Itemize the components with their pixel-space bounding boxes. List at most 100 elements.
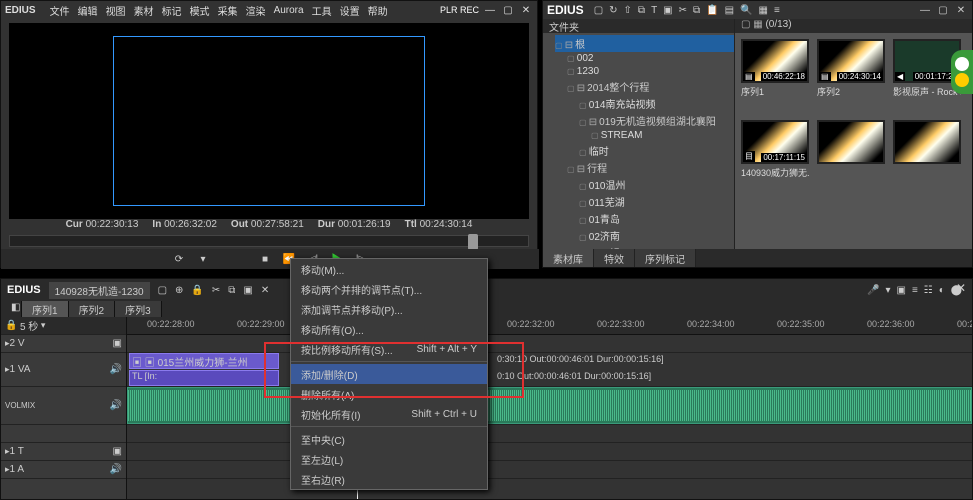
track-header-va1[interactable]: ▸ 1 VA🔊 (1, 353, 126, 387)
track-t1[interactable] (127, 443, 972, 461)
clip-thumb[interactable]: ▤00:46:22:18序列1 (741, 39, 809, 98)
track-header-a1[interactable]: ▸ 1 A🔊 (1, 461, 126, 479)
menu-edit[interactable]: 编辑 (78, 3, 98, 18)
ctx-delete-all[interactable]: 删除所有(A) (291, 384, 487, 404)
tab-handle[interactable]: ◧ (1, 301, 22, 317)
cycle-icon[interactable]: ↻ (609, 5, 617, 16)
ctx-add-move[interactable]: 添加调节点并移动(P)... (291, 299, 487, 319)
track-area[interactable]: 00:22:28:00 00:22:29:00 |00:22:30:10 00:… (127, 317, 972, 499)
cut-icon[interactable]: ✂ (679, 5, 687, 16)
side-badge[interactable] (951, 50, 973, 94)
scrub-bar[interactable] (9, 235, 529, 247)
tree-node[interactable]: 011芜湖 (579, 193, 734, 210)
lock-icon[interactable]: 🔒 (191, 285, 203, 296)
tree-node[interactable]: 002 (567, 52, 734, 65)
track-va1[interactable]: ▣ ▣ 015兰州威力狮-兰州 TL [In: 0:30:10 Out:00:0… (127, 353, 972, 387)
tree-node[interactable]: 01青岛 (579, 210, 734, 227)
mic-icon[interactable]: 🎤 (867, 285, 879, 296)
ctx-init-all[interactable]: 初始化所有(I)Shift + Ctrl + U (291, 404, 487, 424)
bin-tab-effects[interactable]: 特效 (594, 249, 635, 267)
search-icon[interactable]: 🔍 (740, 5, 752, 16)
props-icon[interactable]: ▤ (725, 5, 734, 16)
ctx-add-delete[interactable]: 添加/删除(D) (291, 364, 487, 384)
clip-thumb[interactable]: 目00:17:11:15140930威力狮无... (741, 120, 809, 179)
close-icon[interactable]: ✕ (519, 4, 533, 16)
sequence-name[interactable]: 140928无机造-1230 (49, 282, 150, 299)
tree-node[interactable]: 02济南 (579, 227, 734, 244)
stop-icon[interactable]: ■ (257, 252, 273, 266)
track-header-vol[interactable]: VOLMIX🔊 (1, 387, 126, 425)
track-v2[interactable] (127, 335, 972, 353)
tree-node[interactable]: 临时 (579, 142, 734, 159)
tree-node[interactable]: ⊟019无机造视频组湖北襄阳 (579, 112, 734, 129)
menu-clip[interactable]: 素材 (134, 3, 154, 18)
video-clip-tl[interactable]: TL [In: (129, 370, 279, 386)
eq-icon[interactable]: ≡ (912, 285, 918, 296)
ctx-move[interactable]: 移动(M)... (291, 259, 487, 279)
up-icon[interactable]: ⇧ (624, 5, 632, 16)
addtrk-icon[interactable]: ⊕ (175, 285, 183, 296)
view-icon[interactable]: ▦ (759, 5, 768, 16)
menu-marker[interactable]: 标记 (162, 3, 182, 18)
ctx-move-all[interactable]: 移动所有(O)... (291, 319, 487, 339)
copy-icon[interactable]: ⧉ (228, 285, 235, 296)
sequence-tab[interactable]: 序列2 (69, 301, 116, 317)
track-header-t1[interactable]: ▸ 1 T▣ (1, 443, 126, 461)
clip-thumb[interactable] (817, 120, 885, 179)
scale-row[interactable]: 🔒 5 秒 ▾ (1, 317, 126, 335)
time-ruler[interactable]: 00:22:28:00 00:22:29:00 |00:22:30:10 00:… (127, 317, 972, 335)
video-clip[interactable]: ▣ ▣ 015兰州威力狮-兰州 (129, 353, 279, 369)
menu-render[interactable]: 渲染 (246, 3, 266, 18)
capture-icon[interactable]: ▣ (663, 5, 672, 16)
sequence-tab[interactable]: 序列3 (115, 301, 162, 317)
menu-mode[interactable]: 模式 (190, 3, 210, 18)
bin-max-icon[interactable]: ▢ (936, 4, 950, 16)
tree-node[interactable]: ⊟行程 (567, 159, 734, 176)
menu-settings[interactable]: 设置 (340, 3, 360, 18)
tree-node[interactable]: 1230 (567, 65, 734, 78)
tree-node[interactable]: 014南充站视频 (579, 95, 734, 112)
tree-root[interactable]: ⊟根 (555, 35, 734, 52)
menu-file[interactable]: 文件 (50, 3, 70, 18)
minimize-icon[interactable]: — (483, 4, 497, 16)
speaker-icon[interactable]: 🔊 (110, 464, 122, 475)
newseq-icon[interactable]: ▢ (158, 285, 167, 296)
menu-help[interactable]: 帮助 (368, 3, 388, 18)
track-audio[interactable] (127, 387, 972, 425)
scrub-handle[interactable] (468, 234, 478, 250)
folder-tree[interactable]: 文件夹 ⊟根 002 1230 ⊟2014整个行程 014南充站视频 ⊟019无… (543, 19, 735, 249)
chevron-down-icon[interactable]: ▾ (195, 252, 211, 266)
clip-thumb[interactable] (893, 120, 961, 179)
scope-icon[interactable]: ▣ (896, 285, 905, 296)
copy-icon[interactable]: ⧉ (693, 5, 700, 16)
new-folder-icon[interactable]: ▢ (594, 5, 603, 16)
maximize-icon[interactable]: ▢ (501, 4, 515, 16)
menu-view[interactable]: 视图 (106, 3, 126, 18)
cut-icon[interactable]: ✂ (212, 285, 220, 296)
tree-node[interactable]: 010温州 (579, 176, 734, 193)
menu-capture[interactable]: 采集 (218, 3, 238, 18)
sort-icon[interactable]: ≡ (774, 5, 780, 16)
paste-icon[interactable]: ▣ (243, 285, 252, 296)
bin-close-icon[interactable]: ✕ (954, 4, 968, 16)
speaker-icon[interactable]: 🔊 (110, 364, 122, 375)
bin-tab-markers[interactable]: 序列标记 (635, 249, 696, 267)
paste-icon[interactable]: 📋 (706, 5, 718, 16)
render-icon[interactable]: ◐ (939, 285, 945, 296)
tree-node[interactable]: STREAM (591, 129, 734, 142)
settings-icon[interactable]: ☷ (924, 285, 933, 296)
bin-min-icon[interactable]: — (918, 4, 932, 16)
bin-tab-library[interactable]: 素材库 (543, 249, 594, 267)
ctx-move-two[interactable]: 移动两个并排的调节点(T)... (291, 279, 487, 299)
menu-aurora[interactable]: Aurora (274, 5, 304, 16)
menu-tools[interactable]: 工具 (312, 3, 332, 18)
del-icon[interactable]: ✕ (261, 285, 269, 296)
track-header-v2[interactable]: ▸ 2 V▣ (1, 335, 126, 353)
speaker-icon[interactable]: 🔊 (110, 400, 122, 411)
crop-icon[interactable]: ⧉ (638, 5, 645, 16)
sequence-tab[interactable]: 序列1 (22, 301, 69, 317)
tree-node[interactable]: ⊟2014整个行程 (567, 78, 734, 95)
loop-icon[interactable]: ⟳ (171, 252, 187, 266)
arrow-down-icon[interactable]: ▾ (885, 285, 890, 296)
track-a1[interactable] (127, 461, 972, 479)
